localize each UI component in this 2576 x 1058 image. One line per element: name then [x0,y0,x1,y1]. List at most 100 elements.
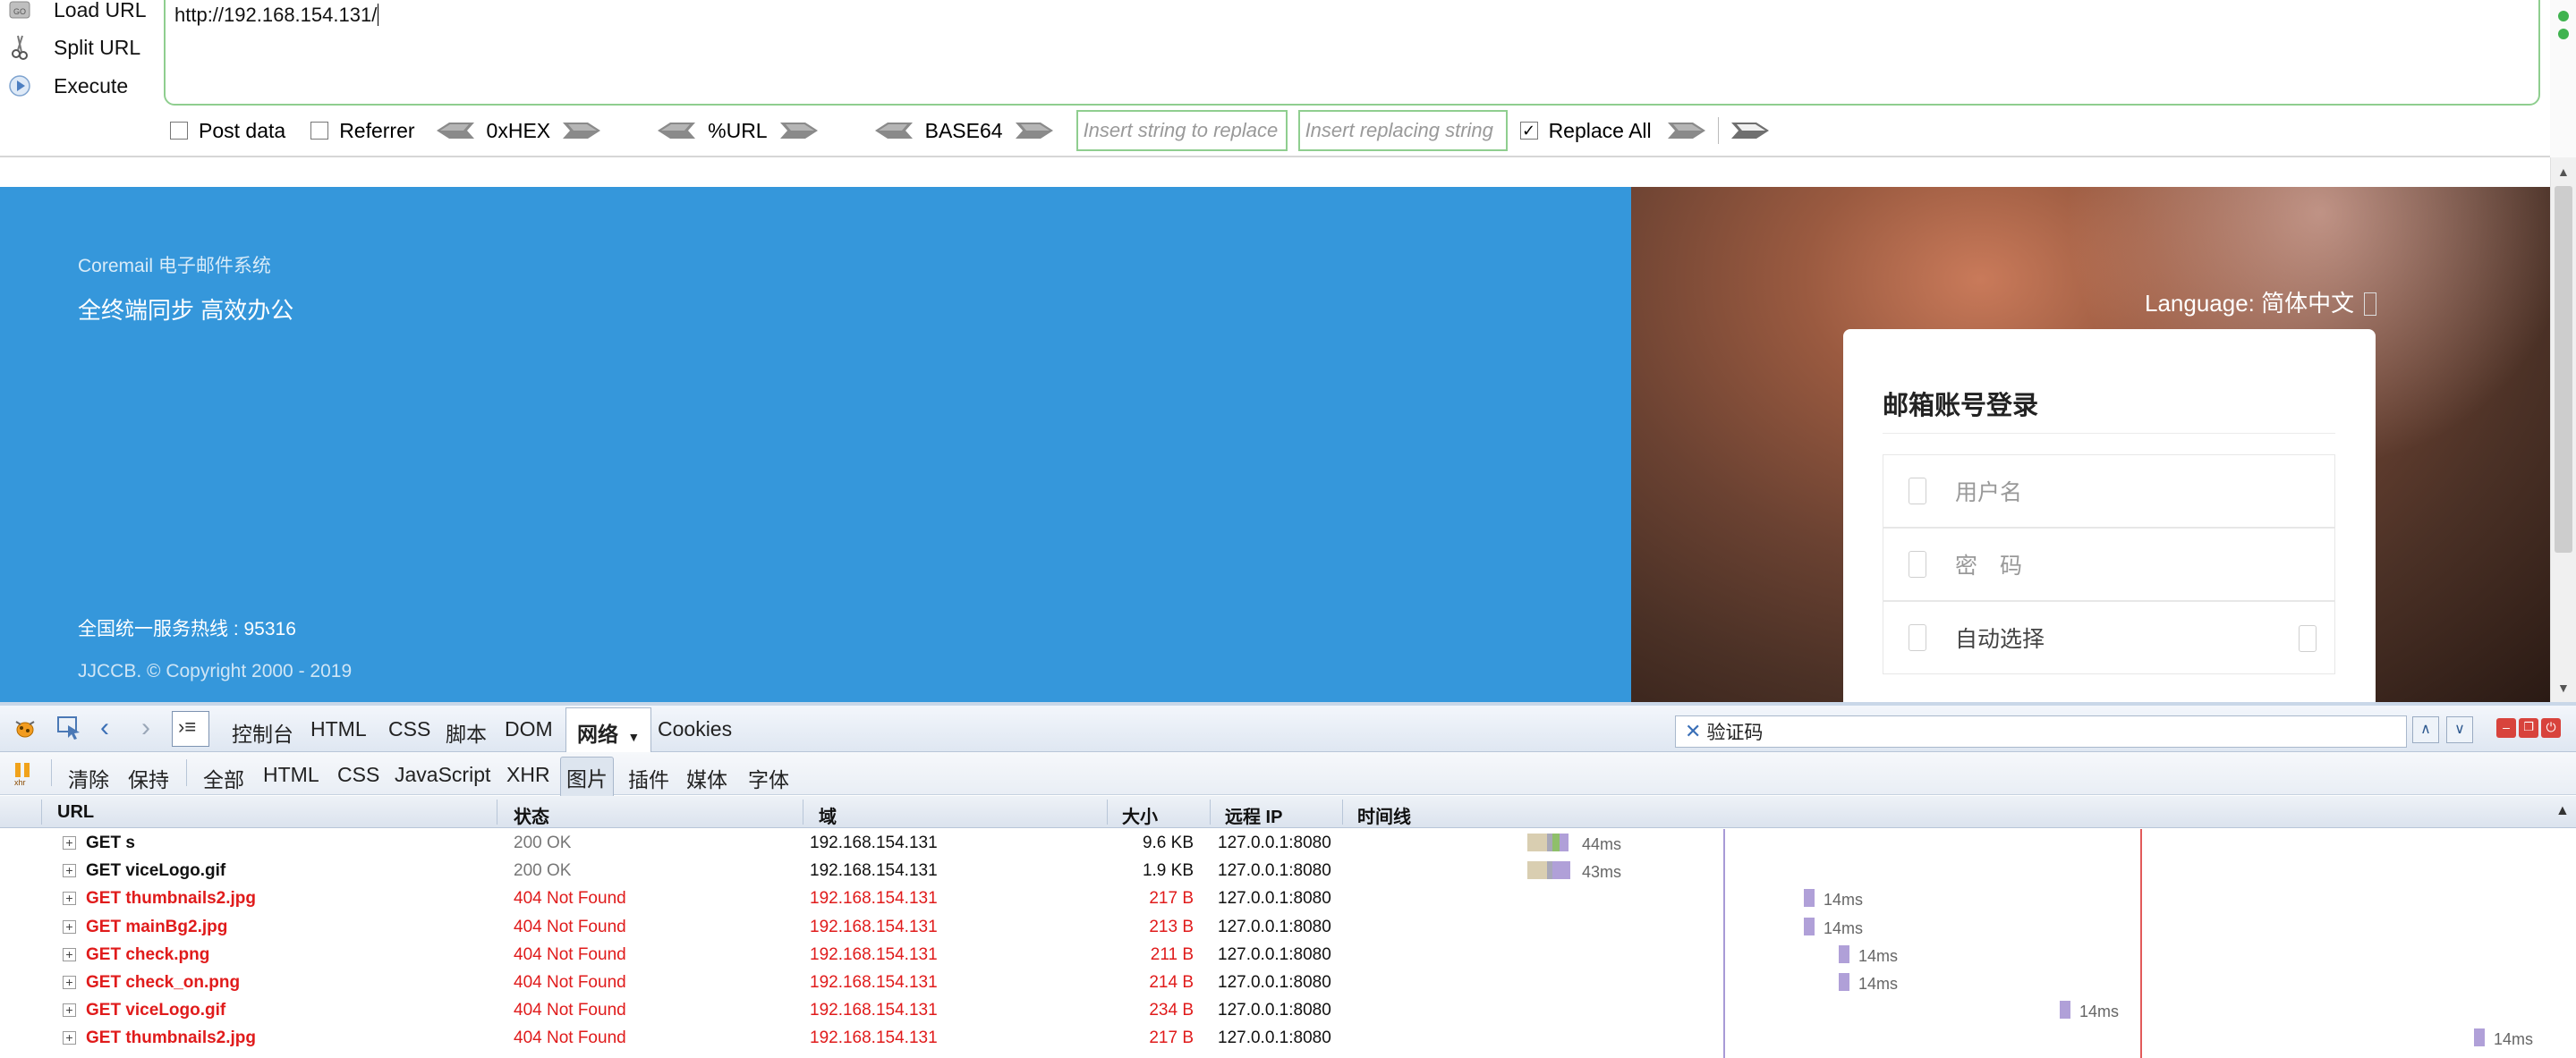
post-data-checkbox[interactable]: Post data [170,119,285,143]
filter-javascript[interactable]: JavaScript [395,763,490,787]
timeline-bar[interactable] [2060,1001,2070,1020]
command-line-icon[interactable]: ›≡ [172,711,209,747]
firebug-bug-icon[interactable] [13,716,38,740]
referrer-box[interactable] [310,122,329,140]
search-clear-icon[interactable]: ✕ [1685,720,1701,743]
timeline-bar[interactable] [1552,861,1570,880]
filter-xhr[interactable]: XHR [506,763,550,787]
expand-row-icon[interactable]: + [63,836,76,850]
hex-decode-arrow-icon[interactable] [436,121,474,140]
table-row[interactable]: + GET viceLogo.gif 200 OK 192.168.154.131 1.… [0,857,2576,884]
timeline-bar[interactable] [1839,944,1849,963]
search-next-icon[interactable]: ∨ [2446,716,2473,743]
expand-row-icon[interactable]: + [63,1003,76,1018]
minimize-icon[interactable]: – [2496,718,2516,738]
scroll-thumb[interactable] [2555,186,2572,553]
expand-row-icon[interactable]: + [63,919,76,934]
persist-button[interactable]: 保持 [128,763,169,793]
scroll-down-dot-icon[interactable] [2558,29,2569,39]
column-domain[interactable]: 域 [819,802,837,828]
insert-string-input[interactable]: Insert string to replace [1075,110,1288,151]
tab-cookies[interactable]: Cookies [658,717,732,742]
timeline-bar[interactable] [2474,1028,2485,1047]
timeline-bar[interactable] [1839,973,1849,991]
language-selector[interactable]: Language: 简体中文 [2145,285,2377,318]
url-encode-arrow-icon[interactable] [779,121,818,140]
split-url-button[interactable]: Split URL [7,32,140,63]
expand-row-icon[interactable]: + [63,947,76,961]
tab-css[interactable]: CSS [388,717,430,742]
row-url[interactable]: GET mainBg2.jpg [86,918,227,937]
insert-replacing-input[interactable]: Insert replacing string [1297,110,1508,151]
power-icon[interactable]: ⏻ [2541,718,2561,738]
table-row[interactable]: + GET thumbnails2.jpg 404 Not Found 192.168… [0,1024,2576,1052]
load-url-button[interactable]: GO Load URL [7,0,147,25]
base64-decode-arrow-icon[interactable] [874,121,913,140]
filter-media[interactable]: 媒体 [686,763,727,793]
timeline-bar[interactable] [1804,889,1815,908]
filter-images[interactable]: 图片 [560,757,614,798]
column-url[interactable]: URL [57,802,94,823]
expand-row-icon[interactable]: + [63,1031,76,1045]
post-data-box[interactable] [170,122,188,140]
table-row[interactable]: + GET check_on.png 404 Not Found 192.168.15… [0,969,2576,996]
tab-dom[interactable]: DOM [505,717,553,742]
table-row[interactable]: + GET viceLogo.gif 404 Not Found 192.168.15… [0,996,2576,1024]
filter-plugins[interactable]: 插件 [628,763,669,793]
sort-up-icon[interactable]: ▲ [2555,803,2570,819]
column-remote-ip[interactable]: 远程 IP [1225,802,1282,828]
tab-net[interactable]: 网络 ▼ [565,707,652,752]
column-size[interactable]: 大小 [1122,802,1158,828]
row-url[interactable]: GET thumbnails2.jpg [86,889,256,909]
filter-fonts[interactable]: 字体 [748,763,789,793]
expand-row-icon[interactable]: + [63,892,76,906]
replace-arrow-icon[interactable] [1667,121,1705,140]
row-url[interactable]: GET thumbnails2.jpg [86,1028,256,1048]
row-url[interactable]: GET check.png [86,945,209,965]
hackbar-scrollbar[interactable] [2550,0,2576,157]
username-input[interactable]: 用户名 [1883,454,2335,528]
scroll-up-icon[interactable]: ▲ [2557,165,2570,179]
tab-html[interactable]: HTML [310,717,367,742]
column-status[interactable]: 状态 [514,802,549,828]
hex-encode-arrow-icon[interactable] [563,121,601,140]
row-url[interactable]: GET check_on.png [86,973,240,993]
detach-icon[interactable]: ❐ [2519,718,2538,738]
tab-script[interactable]: 脚本 [446,717,487,746]
search-prev-icon[interactable]: ∧ [2412,716,2439,743]
column-timeline[interactable]: 时间线 [1357,802,1411,828]
password-input[interactable]: 密 码 [1883,528,2335,601]
replace-all-box[interactable]: ✓ [1519,122,1538,140]
scroll-up-dot-icon[interactable] [2558,11,2569,21]
auto-select-dropdown[interactable]: 自动选择 [1883,601,2335,674]
execute-button[interactable]: Execute [7,71,128,101]
page-scrollbar[interactable]: ▲ ▼ [2550,157,2576,702]
pause-icon[interactable]: xhr [13,761,34,786]
timeline-bar[interactable] [1527,834,1547,851]
dropdown-arrow-icon[interactable] [2299,625,2317,652]
tab-net-dropdown-icon[interactable]: ▼ [627,730,640,744]
base64-encode-arrow-icon[interactable] [1015,121,1053,140]
table-row[interactable]: + GET s 200 OK 192.168.154.131 9.6 KB 127.0.0… [0,829,2576,857]
forward-icon[interactable]: › [141,713,150,743]
url-textarea[interactable]: http://192.168.154.131/ [164,0,2540,106]
row-url[interactable]: GET viceLogo.gif [86,861,225,881]
language-dropdown-icon[interactable] [2364,292,2377,316]
firebug-search-input[interactable]: ✕ 验证码 [1675,715,2407,748]
tab-console[interactable]: 控制台 [232,717,293,746]
timeline-bar[interactable] [1560,834,1569,851]
row-url[interactable]: GET viceLogo.gif [86,1001,225,1020]
inspect-icon[interactable] [55,715,82,741]
filter-css[interactable]: CSS [337,763,379,787]
clear-button[interactable]: 清除 [68,763,109,793]
table-row[interactable]: + GET check.png 404 Not Found 192.168.154.1… [0,941,2576,969]
replace-all-checkbox[interactable]: ✓ Replace All [1519,119,1652,143]
filter-html[interactable]: HTML [263,763,319,787]
timeline-bar[interactable] [1804,917,1815,935]
scroll-down-icon[interactable]: ▼ [2557,681,2570,695]
expand-row-icon[interactable]: + [63,864,76,878]
back-icon[interactable]: ‹ [100,713,109,743]
filter-all[interactable]: 全部 [203,763,244,793]
replace-next-arrow-icon[interactable] [1730,121,1769,140]
referrer-checkbox[interactable]: Referrer [310,119,415,143]
